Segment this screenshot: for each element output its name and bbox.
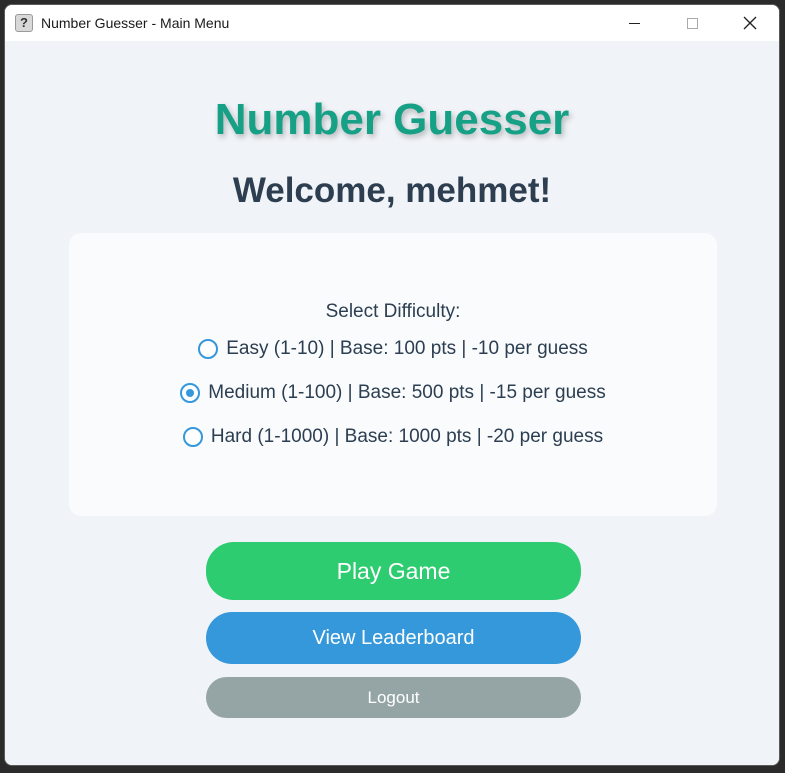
app-window: ? Number Guesser - Main Menu Number Gues… bbox=[4, 4, 780, 766]
logout-button[interactable]: Logout bbox=[206, 677, 581, 718]
close-icon bbox=[743, 16, 757, 30]
minimize-icon bbox=[628, 22, 640, 24]
play-game-button[interactable]: Play Game bbox=[206, 542, 581, 600]
welcome-message: Welcome, mehmet! bbox=[232, 171, 552, 210]
main-menu: Number Guesser Welcome, mehmet! Select D… bbox=[5, 41, 779, 765]
difficulty-option-label: Hard (1-1000) | Base: 1000 pts | -20 per… bbox=[210, 426, 604, 447]
window-title: Number Guesser - Main Menu bbox=[41, 15, 230, 31]
app-question-icon: ? bbox=[15, 14, 33, 32]
difficulty-option-easy[interactable]: Easy (1-10) | Base: 100 pts | -10 per gu… bbox=[69, 338, 717, 360]
difficulty-option-label: Easy (1-10) | Base: 100 pts | -10 per gu… bbox=[226, 338, 588, 359]
difficulty-option-label: Medium (1-100) | Base: 500 pts | -15 per… bbox=[208, 382, 606, 403]
radio-hard[interactable] bbox=[182, 427, 203, 447]
difficulty-label: Select Difficulty: bbox=[325, 301, 461, 322]
title-bar: ? Number Guesser - Main Menu bbox=[5, 5, 779, 41]
radio-medium[interactable] bbox=[180, 383, 201, 403]
app-title: Number Guesser bbox=[214, 95, 570, 144]
close-button[interactable] bbox=[727, 5, 773, 41]
minimize-button[interactable] bbox=[611, 5, 657, 41]
difficulty-panel: Select Difficulty: Easy (1-10) | Base: 1… bbox=[69, 233, 717, 516]
maximize-button[interactable] bbox=[669, 5, 715, 41]
maximize-icon bbox=[686, 17, 698, 29]
difficulty-option-hard[interactable]: Hard (1-1000) | Base: 1000 pts | -20 per… bbox=[69, 426, 717, 448]
radio-easy[interactable] bbox=[198, 339, 219, 359]
difficulty-option-medium[interactable]: Medium (1-100) | Base: 500 pts | -15 per… bbox=[69, 382, 717, 404]
view-leaderboard-button[interactable]: View Leaderboard bbox=[206, 612, 581, 664]
